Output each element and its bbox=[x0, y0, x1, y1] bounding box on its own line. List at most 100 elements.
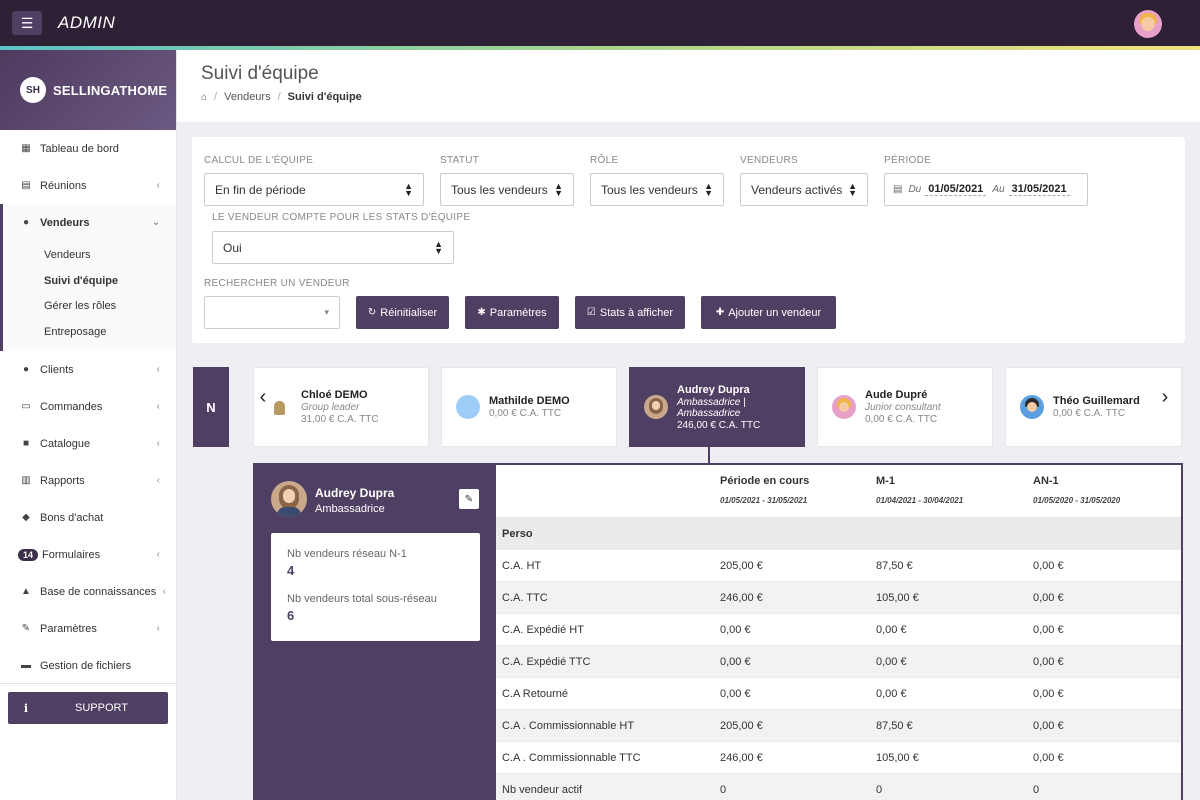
date-to-input[interactable]: 31/05/2021 bbox=[1008, 183, 1070, 196]
user-plus-icon: ✚ bbox=[715, 307, 725, 318]
page-header: Suivi d'équipe ⌂ / Vendeurs / Suivi d'éq… bbox=[177, 50, 1200, 122]
graduation-cap-icon: ▲ bbox=[21, 586, 31, 597]
sidebar-item-reunions[interactable]: ▤ Réunions ‹ bbox=[0, 167, 176, 204]
sidebar-item-tableau-de-bord[interactable]: ▦ Tableau de bord bbox=[0, 130, 176, 167]
table-row: C.A. TTC 246,00 €105,00 €0,00 € bbox=[496, 581, 1181, 613]
breadcrumb-vendeurs[interactable]: Vendeurs bbox=[224, 91, 270, 103]
carousel-prev-button[interactable]: ‹ bbox=[254, 382, 272, 412]
sidebar-item-formulaires[interactable]: 14 Formulaires ‹ bbox=[0, 536, 176, 573]
chevron-left-icon: ‹ bbox=[259, 385, 267, 408]
table-row: C.A. Expédié TTC 0,00 €0,00 €0,00 € bbox=[496, 645, 1181, 677]
statut-label: STATUT bbox=[440, 155, 480, 166]
info-icon: i bbox=[23, 701, 29, 715]
seller-name: Audrey Dupra bbox=[315, 486, 395, 500]
sort-icon: ▲ ▼ bbox=[404, 181, 413, 198]
home-icon[interactable]: ⌂ bbox=[201, 92, 207, 103]
subnav-item-gerer-roles[interactable]: Gérer les rôles bbox=[3, 294, 176, 320]
network-stats: Nb vendeurs réseau N-1 4 Nb vendeurs tot… bbox=[271, 533, 480, 641]
breadcrumb: ⌂ / Vendeurs / Suivi d'équipe bbox=[201, 91, 362, 103]
sidebar: SH SELLINGATHOME ▦ Tableau de bord ▤ Réuni… bbox=[0, 50, 177, 800]
periode-range: ▤ Du 01/05/2021 Au 31/05/2021 bbox=[884, 173, 1088, 206]
chevron-left-icon: ‹ bbox=[156, 180, 160, 191]
book-icon: ■ bbox=[22, 438, 30, 449]
sidebar-item-vendeurs[interactable]: ● Vendeurs ⌄ bbox=[0, 204, 176, 241]
add-vendeur-button[interactable]: ✚ Ajouter un vendeur bbox=[701, 296, 836, 329]
seller-card-selected[interactable]: Audrey Dupra Ambassadrice | Ambassadrice… bbox=[629, 367, 805, 447]
sidebar-item-commandes[interactable]: ▭ Commandes ‹ bbox=[0, 388, 176, 425]
edit-button[interactable]: ✎ bbox=[459, 489, 479, 509]
date-from-input[interactable]: 01/05/2021 bbox=[925, 183, 987, 196]
chevron-left-icon: ‹ bbox=[156, 475, 160, 486]
logo-text: SELLINGATHOME bbox=[53, 82, 168, 98]
sidebar-divider bbox=[0, 683, 176, 684]
seller-card[interactable]: Aude Dupré Junior consultant 0,00 € C.A.… bbox=[817, 367, 993, 447]
compte-select[interactable]: Oui ▲ ▼ bbox=[212, 231, 454, 264]
carousel-next-button[interactable]: › bbox=[1156, 382, 1174, 412]
sidebar-item-gestion-fichiers[interactable]: ▬ Gestion de fichiers bbox=[0, 647, 176, 684]
selection-connector bbox=[708, 447, 710, 463]
chevron-left-icon: ‹ bbox=[156, 549, 160, 560]
sidebar-item-catalogue[interactable]: ■ Catalogue ‹ bbox=[0, 425, 176, 462]
sidebar-item-clients[interactable]: ● Clients ‹ bbox=[0, 351, 176, 388]
bar-chart-icon: ▥ bbox=[21, 475, 31, 486]
sidebar-item-base-connaissances[interactable]: ▲ Base de connaissances ‹ bbox=[0, 573, 176, 610]
chevron-left-icon: ‹ bbox=[156, 401, 160, 412]
level-tab[interactable]: N bbox=[193, 367, 229, 447]
statut-select[interactable]: Tous les vendeurs ▲ ▼ bbox=[440, 173, 574, 206]
vendeurs-select[interactable]: Vendeurs activés ▲ ▼ bbox=[740, 173, 868, 206]
admin-title: ADMIN bbox=[58, 13, 116, 32]
breadcrumb-current: Suivi d'équipe bbox=[287, 91, 362, 103]
calendar-icon: ▤ bbox=[893, 184, 903, 195]
calc-label: CALCUL DE L'ÉQUIPE bbox=[204, 155, 314, 166]
seller-card[interactable]: Chloé DEMO Group leader 31,00 € C.A. TTC bbox=[253, 367, 429, 447]
sort-icon: ▲ ▼ bbox=[848, 181, 857, 198]
vendeurs-submenu: Vendeurs Suivi d'équipe Gérer les rôles … bbox=[0, 241, 176, 351]
table-header: Période en cours 01/05/2021 - 31/05/2021… bbox=[496, 465, 1181, 517]
subnav-item-entreposage[interactable]: Entreposage bbox=[3, 320, 176, 346]
seller-profile: Audrey Dupra Ambassadrice ✎ Nb vendeurs … bbox=[255, 465, 496, 800]
dashboard-icon: ▦ bbox=[21, 143, 31, 154]
role-label: RÔLE bbox=[590, 155, 619, 166]
stats-table: Période en cours 01/05/2021 - 31/05/2021… bbox=[496, 465, 1181, 800]
checkbox-icon: ☑ bbox=[586, 307, 596, 318]
subnav-item-vendeurs[interactable]: Vendeurs bbox=[3, 243, 176, 269]
parametres-button[interactable]: ✱ Paramètres bbox=[465, 296, 559, 329]
support-button[interactable]: i SUPPORT bbox=[8, 692, 168, 724]
seller-avatar bbox=[1020, 395, 1044, 419]
chevron-right-icon: › bbox=[1161, 385, 1169, 408]
caret-down-icon: ▾ bbox=[324, 307, 329, 317]
logo[interactable]: SH SELLINGATHOME bbox=[0, 50, 176, 130]
subnav-item-suivi-equipe[interactable]: Suivi d'équipe bbox=[3, 269, 176, 295]
sidebar-item-rapports[interactable]: ▥ Rapports ‹ bbox=[0, 462, 176, 499]
role-select[interactable]: Tous les vendeurs ▲ ▼ bbox=[590, 173, 724, 206]
seller-detail-panel: Audrey Dupra Ambassadrice ✎ Nb vendeurs … bbox=[253, 463, 1183, 800]
table-row: C.A. HT 205,00 €87,50 €0,00 € bbox=[496, 549, 1181, 581]
sidebar-item-bons-achat[interactable]: ◆ Bons d'achat bbox=[0, 499, 176, 536]
compte-label: LE VENDEUR COMPTE POUR LES STATS D'ÉQUIP… bbox=[212, 212, 471, 223]
seller-card[interactable]: Mathilde DEMO 0,00 € C.A. TTC bbox=[441, 367, 617, 447]
section-row: Perso bbox=[496, 517, 1181, 549]
menu-toggle-button[interactable]: ☰ bbox=[12, 11, 42, 35]
user-avatar[interactable] bbox=[1134, 10, 1162, 38]
sort-icon: ▲ ▼ bbox=[434, 239, 443, 256]
sidebar-item-parametres[interactable]: ✎ Paramètres ‹ bbox=[0, 610, 176, 647]
search-vendeur-select[interactable]: ▾ bbox=[204, 296, 340, 329]
top-bar: ☰ ADMIN bbox=[0, 0, 1200, 50]
logo-mark: SH bbox=[20, 77, 46, 103]
hamburger-icon: ☰ bbox=[20, 14, 34, 31]
seller-avatar bbox=[832, 395, 856, 419]
stats-button[interactable]: ☑ Stats à afficher bbox=[575, 296, 685, 329]
credit-card-icon: ▭ bbox=[21, 401, 31, 412]
seller-role: Ambassadrice bbox=[315, 503, 385, 515]
vendeurs-label: VENDEURS bbox=[740, 155, 798, 166]
seller-avatar bbox=[644, 395, 668, 419]
reset-button[interactable]: ↻ Réinitialiser bbox=[356, 296, 449, 329]
chevron-left-icon: ‹ bbox=[156, 623, 160, 634]
calc-select[interactable]: En fin de période ▲ ▼ bbox=[204, 173, 424, 206]
table-row: C.A . Commissionnable HT 205,00 €87,50 €0… bbox=[496, 709, 1181, 741]
pencil-icon: ✎ bbox=[464, 493, 474, 505]
chevron-left-icon: ‹ bbox=[162, 586, 166, 597]
table-row: C.A . Commissionnable TTC 246,00 €105,00 … bbox=[496, 741, 1181, 773]
chevron-left-icon: ‹ bbox=[156, 364, 160, 375]
chevron-left-icon: ‹ bbox=[156, 438, 160, 449]
